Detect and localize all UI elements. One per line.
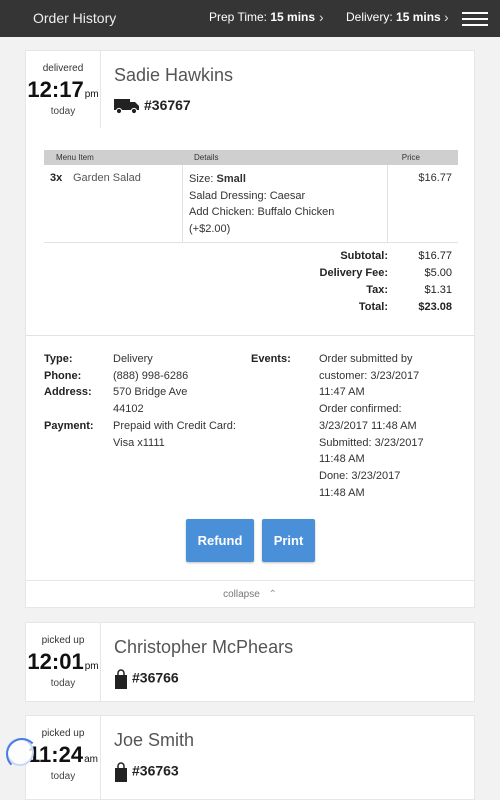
column-header-price: Price <box>401 153 420 162</box>
top-bar: Order History Prep Time: 15 mins › Deliv… <box>0 0 500 37</box>
customer-info-values: Delivery (888) 998-6286 570 Bridge Ave 4… <box>113 351 236 451</box>
delivery-time-setting[interactable]: Delivery: 15 mins <box>346 10 441 24</box>
subtotal-row: Subtotal: $16.77 <box>340 250 452 262</box>
chevron-up-icon: ⌃ <box>268 589 277 600</box>
hamburger-menu-icon[interactable] <box>462 12 488 26</box>
order-number: #36766 <box>114 669 179 689</box>
chevron-right-icon[interactable]: › <box>319 9 324 25</box>
address-zip: 44102 <box>113 403 144 416</box>
refund-button[interactable]: Refund <box>186 519 254 562</box>
order-day: today <box>50 106 76 117</box>
column-header-item: Menu Item <box>56 153 94 162</box>
order-day: today <box>50 678 76 689</box>
order-items-table: Menu Item Details Price 3x Garden Salad … <box>44 150 458 243</box>
page-title: Order History <box>33 10 117 26</box>
item-details: Size: Small Salad Dressing: Caesar Add C… <box>182 165 388 243</box>
order-number: #36763 <box>114 762 179 782</box>
order-status: delivered <box>42 63 84 74</box>
divider <box>26 335 474 336</box>
collapse-toggle[interactable]: collapse ⌃ <box>26 580 474 608</box>
order-status: picked up <box>41 635 85 646</box>
loading-spinner-icon <box>6 738 38 770</box>
print-button[interactable]: Print <box>262 519 315 562</box>
delivery-time-value: 15 mins <box>396 10 441 24</box>
delivery-truck-icon <box>114 99 139 115</box>
item-quantity: 3x <box>50 172 63 184</box>
order-card[interactable]: picked up 12:01pm today Christopher McPh… <box>25 622 475 702</box>
order-number: #36767 <box>114 97 191 115</box>
prep-time-label: Prep Time: <box>209 10 268 24</box>
phone-number: (888) 998-6286 <box>113 369 189 382</box>
order-card[interactable]: delivered 12:17pm today Sadie Hawkins #3… <box>25 50 475 129</box>
order-time-block: picked up 12:01pm today <box>26 623 101 701</box>
events-list: Order submitted by customer: 3/23/2017 1… <box>319 353 424 499</box>
table-header: Menu Item Details Price <box>44 150 458 165</box>
order-card[interactable]: picked up 11:24am today Joe Smith #36763 <box>25 715 475 800</box>
total-row: Total: $23.08 <box>358 301 452 313</box>
address-line: 570 Bridge Ave <box>113 386 188 399</box>
delivery-fee-row: Delivery Fee: $5.00 <box>319 267 452 279</box>
customer-name: Sadie Hawkins <box>114 65 234 85</box>
order-type: Delivery <box>113 353 153 365</box>
events-label: Events: <box>251 353 291 365</box>
order-details-panel: Menu Item Details Price 3x Garden Salad … <box>25 128 475 608</box>
prep-time-value: 15 mins <box>270 10 316 24</box>
item-price: $16.77 <box>418 172 452 184</box>
shopping-bag-icon <box>115 669 127 689</box>
column-header-details: Details <box>194 153 219 162</box>
payment-method: Prepaid with Credit Card: <box>113 419 236 432</box>
prep-time-setting[interactable]: Prep Time: 15 mins <box>209 10 315 24</box>
order-time: 12:01pm <box>27 649 99 674</box>
order-totals: Subtotal: $16.77 Delivery Fee: $5.00 Tax: $… <box>44 250 458 318</box>
order-time: 12:17pm <box>27 77 99 102</box>
tax-row: Tax: $1.31 <box>366 284 452 296</box>
item-name: Garden Salad <box>73 172 141 184</box>
chevron-right-icon[interactable]: › <box>444 9 449 25</box>
customer-info-labels: Type: Phone: Address: Payment: <box>44 353 94 432</box>
collapse-label: collapse <box>223 589 260 600</box>
order-day: today <box>50 771 76 782</box>
order-status: picked up <box>41 728 85 739</box>
shopping-bag-icon <box>115 762 127 782</box>
delivery-time-label: Delivery: <box>346 10 393 24</box>
table-row: 3x Garden Salad Size: Small Salad Dressi… <box>44 165 458 243</box>
payment-card: Visa x1111 <box>113 436 165 449</box>
order-time-block: delivered 12:17pm today <box>26 51 101 128</box>
customer-name: Christopher McPhears <box>114 637 294 657</box>
customer-name: Joe Smith <box>114 730 195 750</box>
